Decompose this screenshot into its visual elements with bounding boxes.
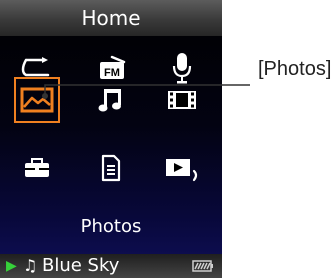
callout-label: [Photos] (258, 58, 332, 80)
callout-leader-line (42, 84, 250, 99)
